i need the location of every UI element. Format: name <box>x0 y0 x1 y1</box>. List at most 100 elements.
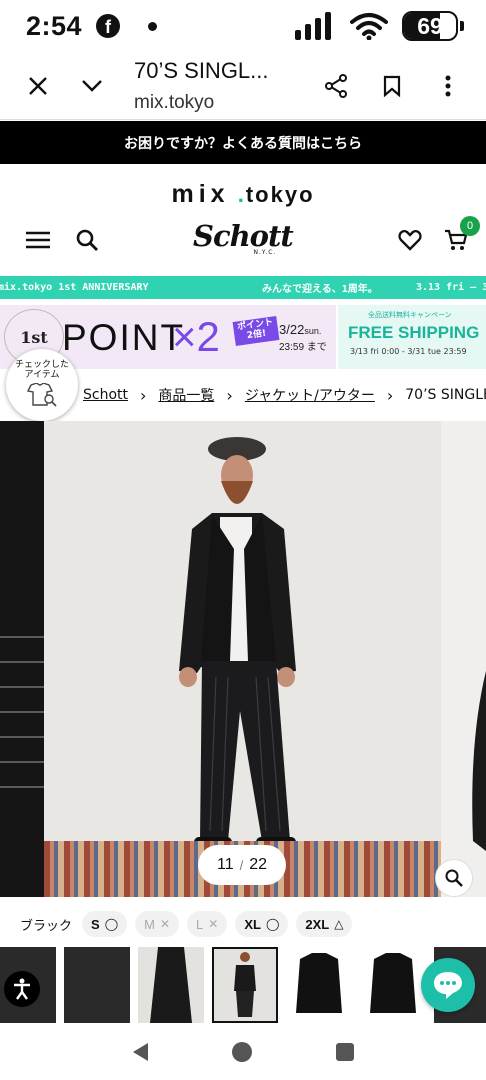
thumbnail[interactable] <box>64 947 130 1023</box>
size-chip-2xl[interactable]: 2XL △ <box>296 911 353 937</box>
menu-button[interactable] <box>26 231 50 253</box>
anniversary-ticker[interactable]: mix.tokyo 1st ANNIVERSARY みんなで迎える、1周年。 3… <box>0 276 486 299</box>
heart-icon <box>398 230 422 251</box>
model-photo <box>179 437 296 851</box>
notification-dot-icon <box>148 21 158 31</box>
signal-icon <box>295 12 331 40</box>
thumbnail[interactable] <box>138 947 204 1023</box>
wifi-icon <box>350 13 388 40</box>
low-stock-icon: △ <box>334 917 344 931</box>
battery-indicator: 69 <box>402 11 458 41</box>
checked-items-line2: アイテム <box>24 370 60 381</box>
tshirt-search-icon <box>26 382 57 407</box>
out-of-stock-icon: ✕ <box>159 917 171 931</box>
page-url[interactable]: mix.tokyo <box>134 92 294 114</box>
chat-bubble-icon <box>434 972 462 999</box>
accessibility-button[interactable] <box>4 971 40 1007</box>
minimize-tab-button[interactable] <box>72 66 112 106</box>
recents-button[interactable] <box>335 1042 355 1066</box>
accessibility-icon <box>14 978 30 1000</box>
double-point-tag: ポイント 2倍! <box>232 316 280 346</box>
point-deadline: 23:59 まで <box>279 341 327 353</box>
help-banner[interactable]: お困りですか？よくある質問はこちら <box>0 121 486 164</box>
size-chip-m[interactable]: M ✕ <box>135 911 180 937</box>
cart-button[interactable]: 0 <box>444 216 480 256</box>
size-chip-s[interactable]: S ◯ <box>82 911 128 937</box>
product-main-image[interactable] <box>44 421 441 897</box>
size-availability: ブラック S ◯ M ✕ L ✕ XL ◯ 2XL △ <box>20 911 353 937</box>
cart-count-badge: 0 <box>460 216 480 236</box>
point-multiplier: ×2 <box>172 313 220 360</box>
chevron-right-icon: › <box>386 385 394 405</box>
thumbnail[interactable] <box>360 947 426 1023</box>
shipping-dates: 3/13 fri 0:00 - 3/31 tue 23:59 <box>350 347 467 356</box>
zoom-button[interactable] <box>435 859 473 897</box>
point-word: POINT <box>62 317 186 358</box>
breadcrumb: Schott › 商品一覧 › ジャケット/アウター › 70’S SINGLE… <box>83 384 486 406</box>
bookmark-button[interactable] <box>372 66 412 106</box>
color-label: ブラック <box>20 918 73 934</box>
checked-items-line1: チェックした <box>14 360 69 370</box>
recents-square-icon <box>336 1043 354 1061</box>
more-vert-icon <box>445 75 451 96</box>
close-tab-button[interactable] <box>18 66 58 106</box>
previous-image-peek[interactable] <box>0 421 44 897</box>
favorites-button[interactable] <box>398 229 422 255</box>
out-of-stock-icon: ✕ <box>208 917 219 931</box>
brand-name: Schott <box>193 219 294 253</box>
site-logo-suffix: tokyo <box>245 182 315 207</box>
custom-tab-toolbar: 70’S SINGL... mix.tokyo <box>0 52 486 120</box>
thumbnail-strip <box>0 947 486 1025</box>
home-circle-icon <box>232 1042 252 1062</box>
in-stock-icon: ◯ <box>104 917 119 931</box>
search-button[interactable] <box>76 229 98 255</box>
page-title: 70’S SINGL... <box>134 57 269 83</box>
image-counter: 11 / 22 <box>198 845 286 885</box>
site-logo[interactable]: mix .tokyo <box>0 180 486 209</box>
bookmark-icon <box>383 75 401 97</box>
size-chip-xl[interactable]: XL ◯ <box>235 911 289 937</box>
image-counter-total: 22 <box>249 856 268 873</box>
shop-header: Schott N.Y.C. 0 <box>0 216 486 266</box>
system-navigation-bar <box>0 1028 486 1080</box>
shipping-headline: FREE SHIPPING <box>348 323 480 342</box>
free-shipping-banner[interactable]: 全品送料無料キャンペーン FREE SHIPPING 3/13 fri 0:00… <box>338 305 486 369</box>
more-options-button[interactable] <box>428 66 468 106</box>
next-image-peek[interactable] <box>441 421 486 897</box>
thumbnail[interactable] <box>286 947 352 1023</box>
checked-items-button[interactable]: チェックした アイテム <box>6 349 78 421</box>
zoom-icon <box>445 869 463 887</box>
site-logo-dot: . <box>237 182 246 207</box>
site-logo-main: mix <box>171 180 230 208</box>
ticker-text-right: 3.13 fri – 3. <box>416 282 486 293</box>
brand-logo[interactable]: Schott N.Y.C. <box>193 219 294 257</box>
battery-percent: 69 <box>417 12 443 39</box>
size-chip-l[interactable]: L ✕ <box>187 911 228 937</box>
product-image-gallery[interactable] <box>0 421 486 897</box>
chevron-right-icon: › <box>226 385 233 405</box>
breadcrumb-item-products[interactable]: 商品一覧 <box>158 385 214 405</box>
share-button[interactable] <box>316 66 356 106</box>
breadcrumb-item-current: 70’S SINGLE R <box>405 387 486 403</box>
back-button[interactable] <box>131 1042 149 1066</box>
hamburger-icon <box>26 231 50 249</box>
status-bar: 2:54 f 69 <box>0 0 486 52</box>
thumbnail-selected[interactable] <box>212 947 278 1023</box>
facebook-icon: f <box>96 14 121 38</box>
shipping-caption: 全品送料無料キャンペーン <box>368 311 452 319</box>
ticker-text-middle: みんなで迎える、1周年。 <box>262 284 378 295</box>
point-date: 3/22 <box>279 322 305 337</box>
chat-button[interactable] <box>421 958 475 1012</box>
breadcrumb-item-brand[interactable]: Schott <box>83 387 128 403</box>
image-counter-current: 11 <box>216 856 234 873</box>
home-button[interactable] <box>231 1041 253 1067</box>
chevron-right-icon: › <box>140 385 147 405</box>
close-icon <box>29 76 47 95</box>
point-date-day: sun. <box>304 326 322 336</box>
breadcrumb-item-category[interactable]: ジャケット/アウター <box>245 385 375 405</box>
status-time: 2:54 <box>26 10 83 41</box>
chevron-down-icon <box>82 79 102 92</box>
back-triangle-icon <box>133 1043 148 1061</box>
share-icon <box>325 73 347 98</box>
ticker-text-left: mix.tokyo 1st ANNIVERSARY <box>0 282 149 293</box>
